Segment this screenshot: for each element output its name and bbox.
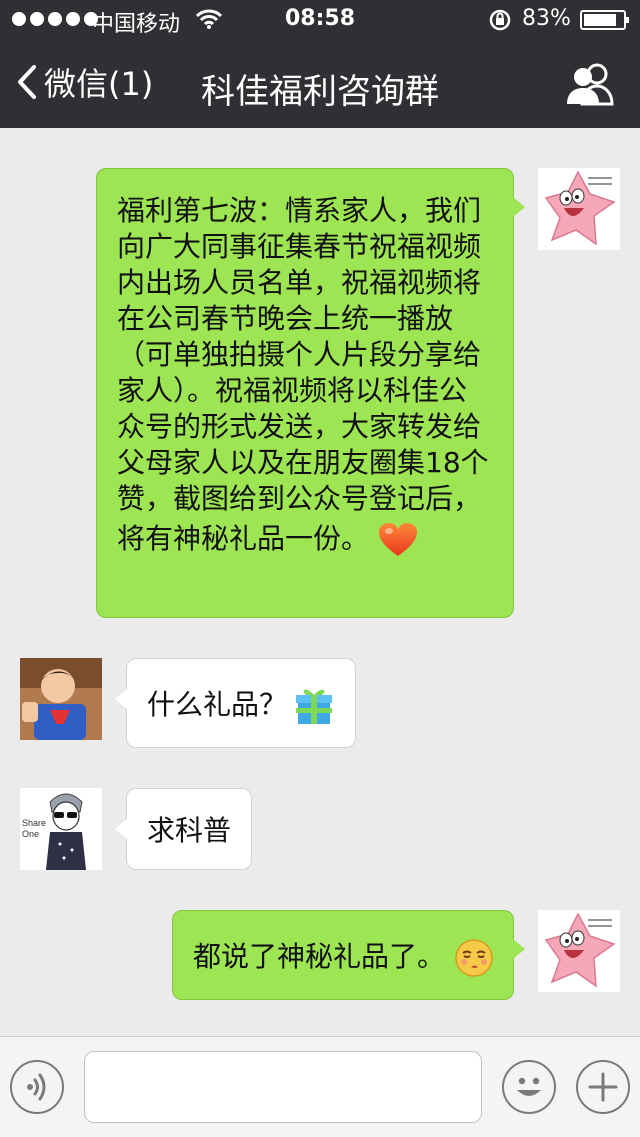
group-members-button[interactable] <box>562 62 618 106</box>
message-line: 在公司春节晚会上统一播放 <box>117 302 454 335</box>
avatar-caption: Share One <box>22 818 47 839</box>
boy-superman-avatar[interactable] <box>20 658 102 740</box>
chat-title: 科佳福利咨询群 <box>201 72 439 112</box>
input-bar <box>0 1036 640 1137</box>
message-input[interactable] <box>84 1051 482 1123</box>
message-line: 赞，截图给到公众号登记后， <box>117 482 482 515</box>
message-line: 向广大同事征集春节祝福视频 <box>117 230 482 263</box>
patrick-star-avatar[interactable] <box>538 168 620 250</box>
message-line: 众号的形式发送，大家转发给 <box>117 410 482 443</box>
message-text: 都说了神秘礼品了。 <box>193 940 446 973</box>
rotation-lock-icon <box>489 9 511 31</box>
top-bar: 中国移动 08:58 83% 微信(1) 科佳福利咨询群 <box>0 0 640 128</box>
battery-icon <box>580 10 629 30</box>
emoji-icon <box>517 1077 541 1096</box>
voice-icon <box>27 1073 46 1101</box>
chevron-left-icon <box>18 65 36 99</box>
back-button[interactable]: 微信(1) <box>16 60 153 104</box>
voice-button[interactable] <box>10 1060 64 1114</box>
message-line: 将有神秘礼品一份。 <box>117 522 370 555</box>
message-line: 福利第七波：情系家人，我们 <box>117 194 482 227</box>
message-line: 家人）。祝福视频将以科佳公 <box>117 374 468 407</box>
message-bubble[interactable]: 什么礼品？ <box>115 658 356 748</box>
gift-emoji-icon <box>295 689 332 724</box>
message-bubble[interactable]: 求科普 <box>115 788 252 870</box>
back-label: 微信(1) <box>44 65 154 103</box>
message-bubble[interactable]: 福利第七波：情系家人，我们 向广大同事征集春节祝福视频 内出场人员名单，祝福视频… <box>96 168 525 618</box>
heart-emoji-icon <box>378 523 417 556</box>
nav-bar: 微信(1) 科佳福利咨询群 <box>0 40 640 128</box>
message-text: 求科普 <box>147 814 232 847</box>
add-button[interactable] <box>576 1060 630 1114</box>
message-line: 父母家人以及在朋友圈集18个 <box>117 446 489 479</box>
message-line: 内出场人员名单，祝福视频将 <box>117 266 482 299</box>
share-one-cartoon-avatar[interactable]: Share One <box>20 788 102 870</box>
emoji-button[interactable] <box>502 1060 556 1114</box>
plus-icon <box>588 1072 618 1102</box>
battery-percentage: 83% <box>522 6 571 31</box>
patrick-star-avatar[interactable] <box>538 910 620 992</box>
message-text: 什么礼品？ <box>147 688 288 721</box>
message-bubble[interactable]: 都说了神秘礼品了。 <box>172 910 525 1000</box>
message-line: （可单独拍摄个人片段分享给 <box>117 338 482 371</box>
status-bar: 中国移动 08:58 83% <box>0 0 640 40</box>
smirk-emoji-icon <box>455 939 493 977</box>
group-icon <box>567 63 614 106</box>
